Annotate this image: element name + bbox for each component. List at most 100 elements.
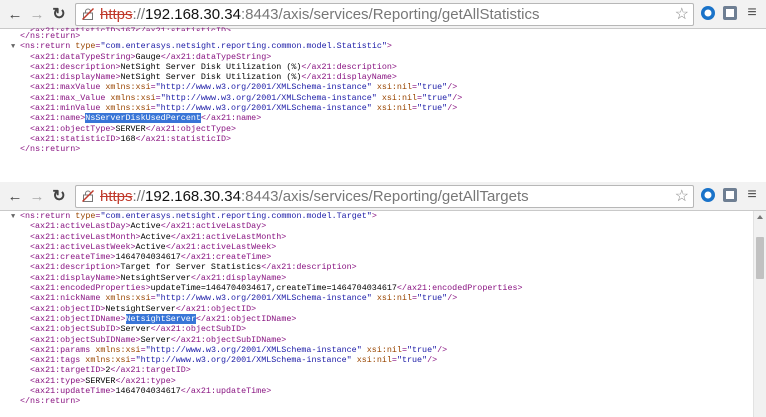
forward-arrow-icon[interactable]: → — [27, 186, 47, 206]
xml-token: <ax21:objectSubIDName> — [30, 334, 141, 345]
xml-token: "http://www.w3.org/2001/XMLSchema-instan… — [155, 82, 372, 93]
xml-token: "http://www.w3.org/2001/XMLSchema-instan… — [160, 92, 377, 103]
broken-lock-icon[interactable] — [82, 8, 94, 20]
xml-line: ▼ <ns:return type="com.enterasys.netsight… — [11, 211, 766, 221]
xml-line: <ax21:type>SERVER</ax21:type> — [20, 376, 766, 386]
xml-line: <ax21:maxValue xmlns:xsi="http://www.w3.… — [20, 82, 766, 92]
xml-token: <ax21:displayName> — [30, 72, 121, 83]
xml-line: </ns:return> — [20, 144, 766, 154]
xml-line: <ax21:minValue xmlns:xsi="http://www.w3.… — [20, 103, 766, 113]
xml-token: </ax21:objectType> — [145, 123, 237, 134]
xml-line: <ax21:createTime>1464704034617</ax21:cre… — [20, 252, 766, 262]
xml-token: <ax21:activeLastDay> — [30, 221, 131, 232]
xml-token: type — [75, 41, 96, 52]
xml-viewer: <ax21:statisticID>167</ax21:statisticID>… — [0, 26, 766, 171]
xml-token: </ax21:createTime> — [180, 252, 272, 263]
collapse-toggle-icon[interactable]: ▼ — [11, 212, 20, 222]
xml-token: "true" — [422, 92, 453, 103]
xml-token: NetsightServer — [105, 303, 176, 314]
scrollbar-thumb[interactable] — [756, 237, 764, 279]
xml-token: xsi:nil — [376, 103, 412, 114]
xml-token: <ax21:encodedProperties> — [30, 283, 151, 294]
reload-icon[interactable]: ↻ — [49, 186, 69, 206]
address-bar[interactable]: https://192.168.30.34:8443/axis/services… — [75, 3, 694, 26]
xml-line: <ax21:dataTypeString>Gauge</ax21:dataTyp… — [20, 52, 766, 62]
url-text: https://192.168.30.34:8443/axis/services… — [100, 5, 539, 24]
xml-token: /> — [447, 293, 458, 304]
xml-token: <ax21:max_Value — [30, 92, 111, 103]
xml-token: Active — [130, 221, 161, 232]
url-separator: :// — [132, 6, 146, 23]
url-host: 192.168.30.34 — [145, 188, 241, 205]
xml-line: ▼ <ns:return type="com.enterasys.netsight… — [11, 41, 766, 52]
xml-token: xsi:nil — [366, 344, 402, 355]
reload-icon[interactable]: ↻ — [49, 4, 69, 24]
xml-token: "true" — [396, 355, 428, 366]
selected-text: NetsightServer — [125, 313, 196, 324]
xml-token: "http://www.w3.org/2001/XMLSchema-instan… — [155, 293, 372, 304]
xml-token: xmlns:xsi — [105, 293, 151, 304]
address-bar[interactable]: https://192.168.30.34:8443/axis/services… — [75, 185, 694, 208]
xml-line: <ax21:activeLastWeek>Active</ax21:active… — [20, 242, 766, 252]
xml-line: </ns:return> — [20, 396, 766, 406]
xml-token: <ax21:targetID> — [30, 365, 106, 376]
xml-token: <ax21:createTime> — [30, 252, 116, 263]
xml-token: </ax21:updateTime> — [180, 386, 272, 397]
xml-token: <ax21:type> — [30, 375, 86, 386]
xml-token: </ns:return> — [20, 396, 81, 407]
xml-token: <ax21:objectSubID> — [30, 324, 121, 335]
xml-line: <ax21:activeLastMonth>Active</ax21:activ… — [20, 232, 766, 242]
xml-token: NetSight Server Disk Utilization (%) — [120, 72, 302, 83]
extension-square-icon[interactable] — [722, 187, 738, 203]
scroll-up-arrow-icon[interactable] — [757, 215, 763, 219]
broken-lock-icon[interactable] — [82, 190, 94, 202]
xml-token: <ax21:name> — [30, 113, 86, 124]
xml-token: xmlns:xsi — [85, 355, 131, 366]
back-arrow-icon[interactable]: ← — [5, 4, 25, 24]
collapse-toggle-icon[interactable]: ▼ — [11, 42, 20, 52]
xml-line: <ax21:objectSubID>Server</ax21:objectSub… — [20, 324, 766, 334]
extension-circle-icon[interactable] — [700, 187, 716, 203]
xml-token: 1464704034617 — [115, 252, 181, 263]
extension-circle-icon[interactable] — [700, 5, 716, 21]
xml-token: </ax21:activeLastDay> — [160, 221, 267, 232]
xml-token: "true" — [417, 82, 448, 93]
browser-window-targets: ← → ↻ https://192.168.30.34:8443/axis/se… — [0, 182, 766, 417]
xml-token: 168 — [120, 133, 136, 144]
xml-token: </ax21:objectSubID> — [150, 324, 247, 335]
xml-token: </ax21:displayName> — [190, 272, 287, 283]
xml-token: <ax21:params — [30, 344, 96, 355]
xml-token: <ax21:nickName — [30, 293, 106, 304]
xml-token: </ax21:name> — [200, 113, 262, 124]
xml-token: /> — [427, 355, 438, 366]
star-icon[interactable]: ☆ — [675, 5, 689, 24]
xml-token: <ax21:dataTypeString> — [30, 51, 136, 62]
xml-line: <ax21:displayName>NetSight Server Disk U… — [20, 72, 766, 82]
vertical-scrollbar[interactable] — [753, 211, 766, 417]
xml-token: </ax21:activeLastMonth> — [170, 231, 287, 242]
window-separator — [0, 171, 766, 182]
xml-token: </ns:return> — [20, 31, 81, 41]
xml-token: "true" — [417, 103, 448, 114]
back-arrow-icon[interactable]: ← — [5, 186, 25, 206]
menu-icon[interactable]: ≡ — [745, 4, 759, 22]
xml-token: </ns:return> — [20, 144, 81, 155]
xml-token: xsi:nil — [356, 355, 392, 366]
xml-token: NetsightServer — [120, 272, 191, 283]
xml-line: <ax21:objectIDName>NetsightServer</ax21:… — [20, 313, 766, 324]
xml-token: updateTime=1464704034617,createTime=1464… — [150, 283, 397, 294]
xml-token: <ns:return — [20, 41, 76, 52]
xml-line: <ax21:objectType>SERVER</ax21:objectType… — [20, 124, 766, 134]
xml-token: xmlns:xsi — [105, 82, 151, 93]
xml-line: <ax21:objectID>NetsightServer</ax21:obje… — [20, 304, 766, 314]
menu-icon[interactable]: ≡ — [745, 186, 759, 204]
xml-token: </ax21:objectSubIDName> — [170, 334, 287, 345]
xml-token: <ax21:description> — [30, 61, 121, 72]
xml-token: "http://www.w3.org/2001/XMLSchema-instan… — [155, 103, 372, 114]
xml-token: xmlns:xsi — [110, 92, 156, 103]
url-host: 192.168.30.34 — [145, 6, 241, 23]
xml-token: </ax21:encodedProperties> — [396, 283, 523, 294]
extension-square-icon[interactable] — [722, 5, 738, 21]
star-icon[interactable]: ☆ — [675, 187, 689, 206]
forward-arrow-icon[interactable]: → — [27, 4, 47, 24]
